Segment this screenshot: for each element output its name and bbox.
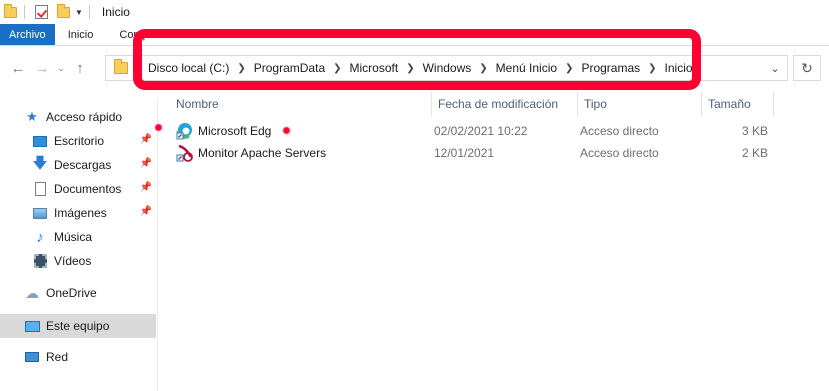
music-icon: ♪ (36, 228, 44, 246)
ribbon-tabs: Archivo Inicio Compartir Vista (0, 24, 829, 46)
pin-icon[interactable]: 📌 (140, 182, 152, 193)
file-size: 2 KB (741, 146, 768, 160)
file-row[interactable]: Microsoft Edg 02/02/2021 10:22 Acceso di… (172, 120, 770, 142)
up-arrow-icon[interactable]: ↑ (68, 56, 92, 80)
address-history-dropdown-icon[interactable]: ⌄ (763, 56, 787, 80)
sidebar-item-label: Descargas (54, 158, 112, 172)
sidebar-item-label: Música (54, 230, 93, 244)
column-headers: Nombre Fecha de modificación Tipo Tamaño (170, 92, 774, 116)
sidebar-item-label: Acceso rápido (46, 110, 123, 124)
edge-icon (176, 122, 194, 140)
pane-divider[interactable] (157, 100, 158, 391)
sidebar-item-label: Este equipo (46, 319, 110, 333)
breadcrumb-microsoft[interactable]: Microsoft (346, 61, 403, 75)
file-name-cell: Monitor Apache Servers (172, 142, 430, 164)
cloud-icon: ☁ (25, 284, 39, 301)
properties-icon[interactable] (33, 4, 49, 20)
sidebar-item-label: Red (46, 350, 69, 364)
file-date: 02/02/2021 10:22 (434, 124, 528, 138)
sidebar-item-acceso-rapido[interactable]: ★ Acceso rápido (0, 105, 156, 129)
download-icon: 🡇 (32, 154, 48, 172)
column-header-fecha[interactable]: Fecha de modificación (432, 92, 578, 116)
file-row[interactable]: Monitor Apache Servers 12/01/2021 Acceso… (172, 142, 770, 164)
sidebar-item-este-equipo[interactable]: Este equipo (0, 314, 156, 338)
refresh-icon[interactable]: ↻ (793, 55, 821, 81)
star-icon: ★ (26, 109, 38, 124)
sidebar-item-descargas[interactable]: 🡇 Descargas 📌 (0, 153, 156, 177)
chevron-right-icon[interactable]: ❯ (561, 63, 577, 74)
sidebar-item-musica[interactable]: ♪ Música (0, 225, 156, 249)
chevron-right-icon[interactable]: ❯ (644, 63, 660, 74)
navigation-bar: ← → ⌄ ↑ Disco local (C:) ❯ ProgramData ❯… (0, 52, 829, 84)
sidebar-item-label: Escritorio (54, 134, 105, 148)
tab-vista[interactable]: Vista (181, 24, 231, 45)
file-type: Acceso directo (580, 124, 659, 138)
column-header-nombre[interactable]: Nombre (170, 92, 432, 116)
file-name-cell: Microsoft Edg (172, 120, 430, 142)
sidebar-item-escritorio[interactable]: Escritorio 📌 (0, 129, 156, 153)
sidebar-item-videos[interactable]: Vídeos (0, 249, 156, 273)
apache-icon (176, 144, 194, 162)
breadcrumb-disco-local[interactable]: Disco local (C:) (144, 61, 233, 75)
pictures-icon (32, 205, 48, 221)
sidebar-item-imagenes[interactable]: Imágenes 📌 (0, 201, 156, 225)
pin-icon[interactable]: 📌 (140, 134, 152, 145)
forward-arrow-icon[interactable]: → (30, 56, 54, 80)
breadcrumb-menu-inicio[interactable]: Menú Inicio (492, 61, 561, 75)
pin-icon[interactable]: 📌 (140, 206, 152, 217)
window-title: Inicio (101, 5, 130, 19)
file-type: Acceso directo (580, 146, 659, 160)
file-date: 12/01/2021 (434, 146, 495, 160)
documents-icon (32, 181, 48, 197)
title-bar: ▼ Inicio (0, 0, 829, 24)
sidebar-item-documentos[interactable]: Documentos 📌 (0, 177, 156, 201)
breadcrumb: Disco local (C:) ❯ ProgramData ❯ Microso… (136, 56, 697, 80)
sidebar-item-red[interactable]: Red (0, 345, 156, 369)
folder-icon (2, 3, 18, 20)
file-size: 3 KB (741, 124, 768, 138)
title-separator (88, 5, 90, 19)
chevron-right-icon[interactable]: ❯ (329, 63, 345, 74)
recent-locations-icon[interactable]: ⌄ (54, 56, 68, 80)
breadcrumb-programdata[interactable]: ProgramData (250, 61, 329, 75)
column-header-tipo[interactable]: Tipo (578, 92, 702, 116)
network-icon (24, 349, 40, 365)
customize-quick-access-icon[interactable]: ▼ (75, 8, 83, 17)
file-name: Microsoft Edg (198, 124, 272, 138)
file-name: Monitor Apache Servers (198, 146, 327, 160)
sidebar-item-label: Imágenes (54, 206, 107, 220)
tab-archivo[interactable]: Archivo (0, 24, 55, 45)
computer-icon (24, 318, 40, 334)
breadcrumb-programas[interactable]: Programas (577, 61, 644, 75)
address-folder-icon (106, 56, 136, 80)
videos-icon (32, 253, 48, 269)
navigation-pane: ★ Acceso rápido Escritorio 📌 🡇 Descargas… (0, 100, 160, 391)
tab-inicio[interactable]: Inicio (55, 24, 107, 45)
back-arrow-icon[interactable]: ← (6, 56, 30, 80)
quick-access-separator (24, 5, 25, 19)
chevron-right-icon[interactable]: ❯ (402, 63, 418, 74)
sidebar-item-label: OneDrive (46, 286, 97, 300)
breadcrumb-windows[interactable]: Windows (419, 61, 476, 75)
column-header-tamano[interactable]: Tamaño (702, 92, 774, 116)
tab-compartir[interactable]: Compartir (106, 24, 180, 45)
sidebar-item-label: Vídeos (54, 254, 92, 268)
address-bar[interactable]: Disco local (C:) ❯ ProgramData ❯ Microso… (105, 55, 788, 81)
new-folder-icon[interactable] (55, 3, 71, 20)
breadcrumb-inicio[interactable]: Inicio (661, 61, 697, 75)
chevron-right-icon[interactable]: ❯ (233, 63, 249, 74)
chevron-right-icon[interactable]: ❯ (475, 63, 491, 74)
sidebar-item-label: Documentos (54, 182, 122, 196)
pin-icon[interactable]: 📌 (140, 158, 152, 169)
desktop-icon (32, 133, 48, 149)
sidebar-item-onedrive[interactable]: ☁ OneDrive (0, 281, 156, 305)
